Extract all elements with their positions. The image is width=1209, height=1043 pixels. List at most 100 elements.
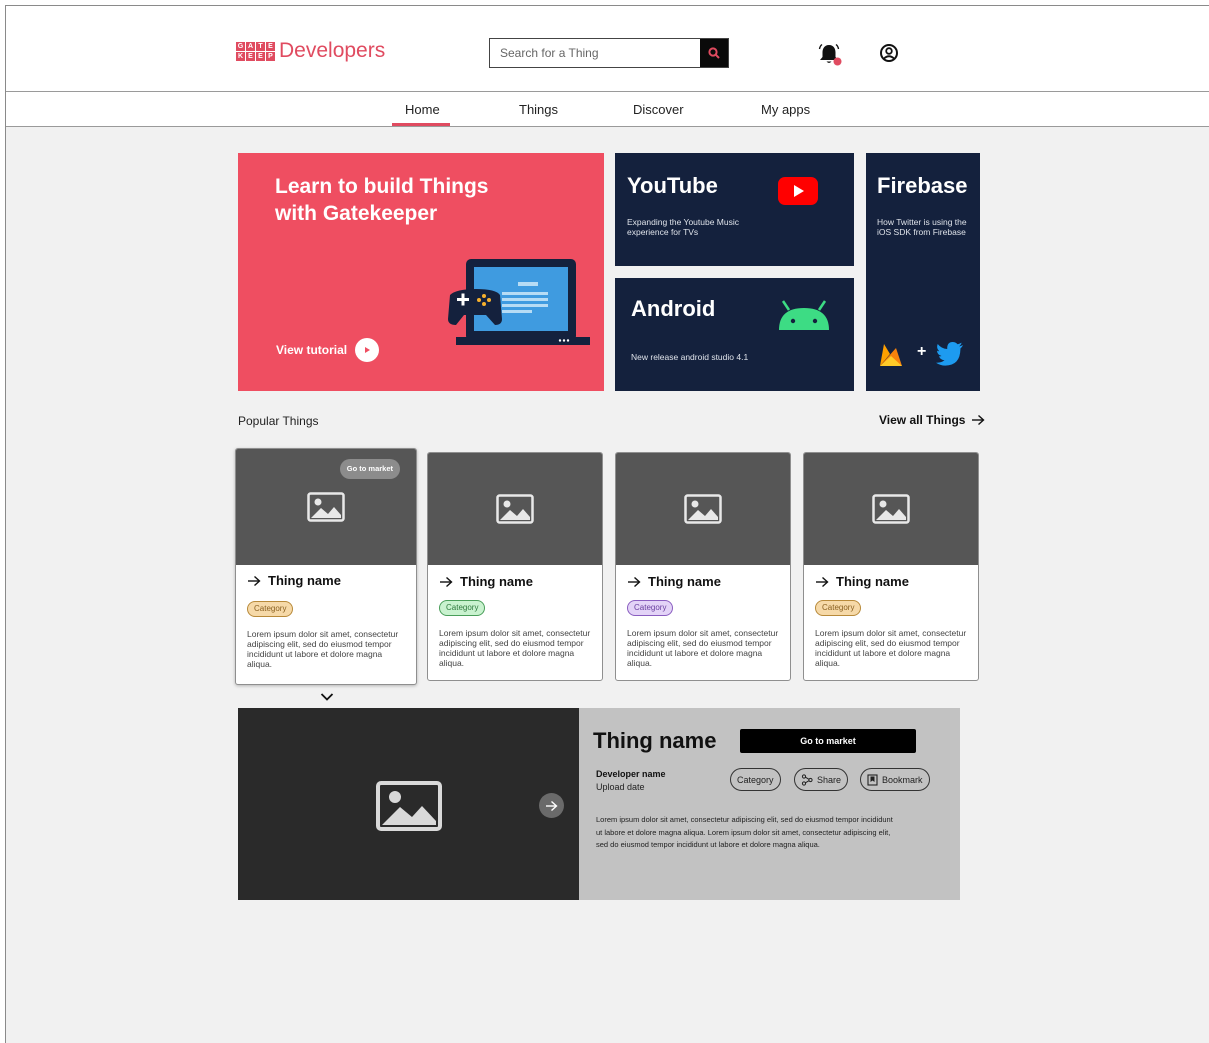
search-bar xyxy=(489,38,729,68)
gatekeeper-logo-icon: G A T E K E E P xyxy=(236,41,275,61)
image-placeholder-icon xyxy=(376,781,442,831)
arrow-right-icon xyxy=(248,575,261,586)
view-tutorial-label: View tutorial xyxy=(276,343,348,357)
thing-name[interactable]: Thing name xyxy=(247,573,341,588)
category-button[interactable]: Category xyxy=(730,768,781,791)
arrow-right-icon xyxy=(972,414,986,426)
promo-android-desc: New release android studio 4.1 xyxy=(631,352,749,362)
image-placeholder-icon xyxy=(307,492,345,522)
share-icon xyxy=(801,773,813,786)
upload-date: Upload date xyxy=(596,782,645,792)
plus-sign: + xyxy=(917,343,927,360)
logo-letter: T xyxy=(256,41,265,51)
detail-info: Thing name Go to market Developer name U… xyxy=(579,708,960,900)
search-input[interactable] xyxy=(490,39,700,67)
bookmark-button[interactable]: Bookmark xyxy=(860,768,930,791)
brand-name: Developers xyxy=(279,39,386,62)
promo-firebase[interactable]: Firebase How Twitter is using the iOS SD… xyxy=(866,153,980,391)
play-icon xyxy=(355,338,380,362)
arrow-right-icon xyxy=(440,576,453,587)
category-chip[interactable]: Category xyxy=(815,600,862,616)
thing-image xyxy=(428,453,602,565)
view-all-label: View all Things xyxy=(879,413,966,427)
promo-youtube[interactable]: YouTube Expanding the Youtube Music expe… xyxy=(615,153,854,266)
thing-card[interactable]: Go to market Thing name Category Lorem i… xyxy=(235,448,417,685)
youtube-icon xyxy=(778,177,818,205)
twitter-icon xyxy=(936,342,963,366)
promo-youtube-desc: Expanding the Youtube Music experience f… xyxy=(627,217,740,237)
nav-things[interactable]: Things xyxy=(519,102,558,117)
logo-letter: A xyxy=(246,41,255,51)
arrow-right-icon xyxy=(546,800,558,811)
arrow-right-icon xyxy=(816,576,829,587)
category-chip[interactable]: Category xyxy=(247,601,294,617)
bookmark-icon xyxy=(867,773,878,786)
image-placeholder-icon xyxy=(684,494,722,524)
brand-logo[interactable]: G A T E K E E P Developers xyxy=(236,39,385,63)
nav-my-apps[interactable]: My apps xyxy=(761,102,810,117)
image-placeholder-icon xyxy=(872,494,910,524)
logo-letter: E xyxy=(256,51,265,61)
share-button[interactable]: Share xyxy=(794,768,849,791)
thing-image: Go to market xyxy=(236,449,416,565)
thing-description: Lorem ipsum dolor sit amet, consectetur … xyxy=(815,628,967,668)
page-frame: G A T E K E E P Developers Search for a … xyxy=(5,5,1209,1043)
account-button[interactable] xyxy=(879,43,899,68)
account-icon xyxy=(880,44,898,62)
nav-home[interactable]: Home xyxy=(405,102,440,117)
thing-name-label: Thing name xyxy=(836,574,909,589)
promo-firebase-title: Firebase xyxy=(877,173,968,198)
thing-card[interactable]: Thing name Category Lorem ipsum dolor si… xyxy=(427,452,603,681)
view-tutorial-button[interactable]: View tutorial xyxy=(276,338,380,362)
hero-title: Learn to build Things with Gatekeeper xyxy=(275,175,489,225)
category-chip[interactable]: Category xyxy=(439,600,486,616)
developer-name[interactable]: Developer name xyxy=(596,769,666,779)
thing-detail-panel: Thing name Go to market Developer name U… xyxy=(238,708,960,900)
logo-letter: P xyxy=(266,51,275,61)
image-placeholder-icon xyxy=(496,494,534,524)
popular-things-heading: Popular Things xyxy=(238,414,319,428)
thing-card[interactable]: Thing name Category Lorem ipsum dolor si… xyxy=(615,452,791,681)
thing-card[interactable]: Thing name Category Lorem ipsum dolor si… xyxy=(803,452,979,681)
thing-description: Lorem ipsum dolor sit amet, consectetur … xyxy=(439,628,591,668)
chevron-down-icon[interactable] xyxy=(320,692,334,702)
thing-description: Lorem ipsum dolor sit amet, consectetur … xyxy=(247,629,399,669)
go-to-market-pill[interactable]: Go to market xyxy=(339,459,400,479)
promo-android[interactable]: Android New release android studio 4.1 xyxy=(615,278,854,391)
next-image-button[interactable] xyxy=(539,793,564,818)
search-icon xyxy=(708,47,720,59)
thing-name-label: Thing name xyxy=(648,574,721,589)
thing-name-label: Thing name xyxy=(460,574,533,589)
logo-letter: G xyxy=(236,41,245,51)
hero-banner[interactable]: Learn to build Things with Gatekeeper Vi… xyxy=(238,153,604,391)
category-chip[interactable]: Category xyxy=(627,600,674,616)
thing-image xyxy=(616,453,790,565)
nav-discover[interactable]: Discover xyxy=(633,102,684,117)
search-button[interactable] xyxy=(700,39,728,67)
top-bar: G A T E K E E P Developers xyxy=(6,6,1209,92)
laptop-gamepad-illustration xyxy=(448,259,590,345)
logo-letter: E xyxy=(266,41,275,51)
go-to-market-button[interactable]: Go to market xyxy=(740,729,916,753)
logo-letter: E xyxy=(246,51,255,61)
promo-firebase-desc: How Twitter is using the iOS SDK from Fi… xyxy=(877,217,967,237)
share-label: Share xyxy=(817,774,842,785)
view-all-things-link[interactable]: View all Things xyxy=(879,413,986,427)
thing-image xyxy=(804,453,978,565)
promo-youtube-title: YouTube xyxy=(627,173,718,198)
thing-name-label: Thing name xyxy=(268,573,341,588)
thing-description: Lorem ipsum dolor sit amet, consectetur … xyxy=(627,628,779,668)
firebase-icon xyxy=(880,344,902,366)
thing-name[interactable]: Thing name xyxy=(627,574,721,589)
detail-thing-name: Thing name xyxy=(593,728,717,753)
arrow-right-icon xyxy=(628,576,641,587)
category-label: Category xyxy=(737,774,774,785)
thing-name[interactable]: Thing name xyxy=(815,574,909,589)
android-icon xyxy=(779,300,829,330)
notifications-button[interactable] xyxy=(817,43,843,72)
detail-image xyxy=(238,708,579,900)
thing-name[interactable]: Thing name xyxy=(439,574,533,589)
nav-active-indicator xyxy=(392,123,450,126)
bookmark-label: Bookmark xyxy=(882,774,923,785)
promo-android-title: Android xyxy=(631,296,716,321)
